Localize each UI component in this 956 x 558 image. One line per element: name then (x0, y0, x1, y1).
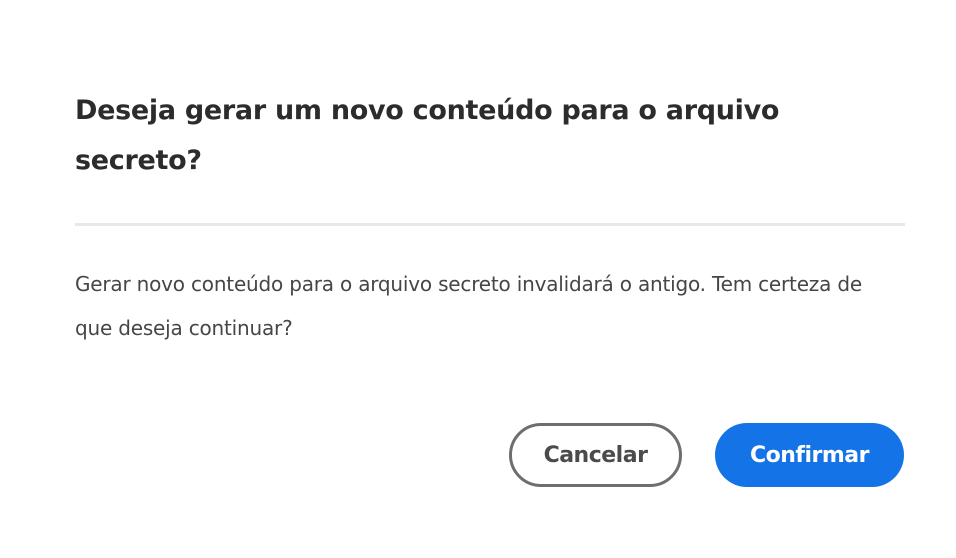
dialog-message: Gerar novo conteúdo para o arquivo secre… (75, 272, 862, 340)
dialog-title: Deseja gerar um novo conteúdo para o arq… (75, 95, 780, 176)
cancel-button[interactable]: Cancelar (509, 423, 682, 487)
divider (75, 223, 905, 226)
confirm-button[interactable]: Confirmar (715, 423, 904, 487)
